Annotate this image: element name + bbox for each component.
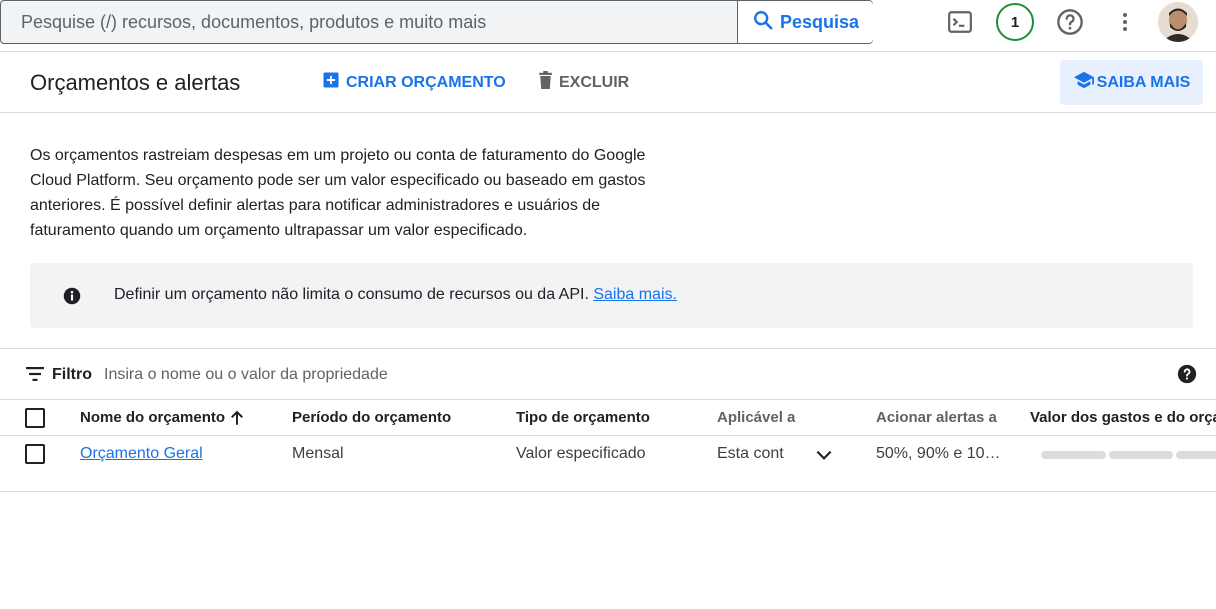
column-header-type[interactable]: Tipo de orçamento (516, 409, 650, 426)
search-button-label: Pesquisa (779, 11, 860, 32)
search-button[interactable]: Pesquisa (737, 1, 873, 43)
avatar[interactable] (1158, 2, 1198, 42)
learn-more-button[interactable]: SAIBA MAIS (1060, 60, 1203, 105)
progress-segment (1041, 451, 1106, 459)
school-icon (1073, 70, 1095, 95)
page-description: Os orçamentos rastreiam despesas em um p… (30, 147, 646, 239)
budget-name-link[interactable]: Orçamento Geral (80, 445, 203, 463)
row-checkbox[interactable] (25, 444, 45, 464)
delete-label: EXCLUIR (559, 73, 630, 91)
notification-badge[interactable]: 1 (996, 3, 1034, 41)
chevron-down-icon[interactable] (814, 445, 834, 470)
budget-applies-to: Esta cont (717, 445, 784, 462)
select-all-checkbox[interactable] (25, 408, 45, 428)
budget-period: Mensal (292, 445, 344, 462)
learn-more-label: SAIBA MAIS (1096, 73, 1191, 91)
trash-icon (538, 71, 553, 94)
info-banner: Definir um orçamento não limita o consum… (30, 263, 1193, 328)
budget-type: Valor especificado (516, 445, 646, 462)
search-box: Pesquisa (0, 0, 873, 44)
budget-alerts: 50%, 90% e 10… (876, 445, 1001, 462)
info-text: Definir um orçamento não limita o consum… (114, 286, 589, 303)
column-header-applies-to: Aplicável a (717, 409, 796, 426)
progress-segment (1108, 451, 1174, 459)
table-row: Orçamento Geral Mensal Valor especificad… (0, 436, 1216, 492)
filter-list-icon (26, 367, 44, 386)
info-text-container: Definir um orçamento não limita o consum… (114, 286, 677, 304)
spend-progress-bar (1041, 451, 1216, 459)
table-header: Nome do orçamento Período do orçamento T… (0, 400, 1216, 436)
info-learn-more-link[interactable]: Saiba mais. (593, 286, 677, 303)
create-budget-button[interactable]: CRIAR ORÇAMENTO (322, 71, 506, 94)
more-vert-icon[interactable] (1107, 4, 1143, 40)
filter-bar: Filtro (0, 348, 1216, 400)
cloud-shell-icon[interactable] (942, 4, 978, 40)
column-header-period[interactable]: Período do orçamento (292, 409, 451, 426)
page-header: Orçamentos e alertas CRIAR ORÇAMENTO EXC… (0, 53, 1216, 113)
top-bar: Pesquisa 1 (0, 0, 1216, 52)
help-icon[interactable] (1052, 4, 1088, 40)
sort-arrow-up-icon[interactable] (228, 409, 246, 432)
progress-segment (1176, 451, 1216, 459)
add-box-icon (322, 71, 340, 94)
page-title: Orçamentos e alertas (30, 70, 241, 95)
column-header-spend: Valor dos gastos e do orçam (1030, 409, 1216, 426)
search-icon (752, 9, 774, 36)
delete-button[interactable]: EXCLUIR (538, 71, 629, 94)
notification-count: 1 (1010, 13, 1020, 31)
column-header-alerts: Acionar alertas a (876, 409, 997, 426)
help-filled-icon[interactable] (1177, 364, 1197, 389)
search-input[interactable] (1, 1, 737, 43)
filter-label: Filtro (52, 366, 92, 383)
info-icon (63, 287, 81, 310)
filter-input[interactable] (104, 361, 904, 389)
create-budget-label: CRIAR ORÇAMENTO (346, 73, 506, 91)
column-header-name[interactable]: Nome do orçamento (80, 409, 225, 426)
